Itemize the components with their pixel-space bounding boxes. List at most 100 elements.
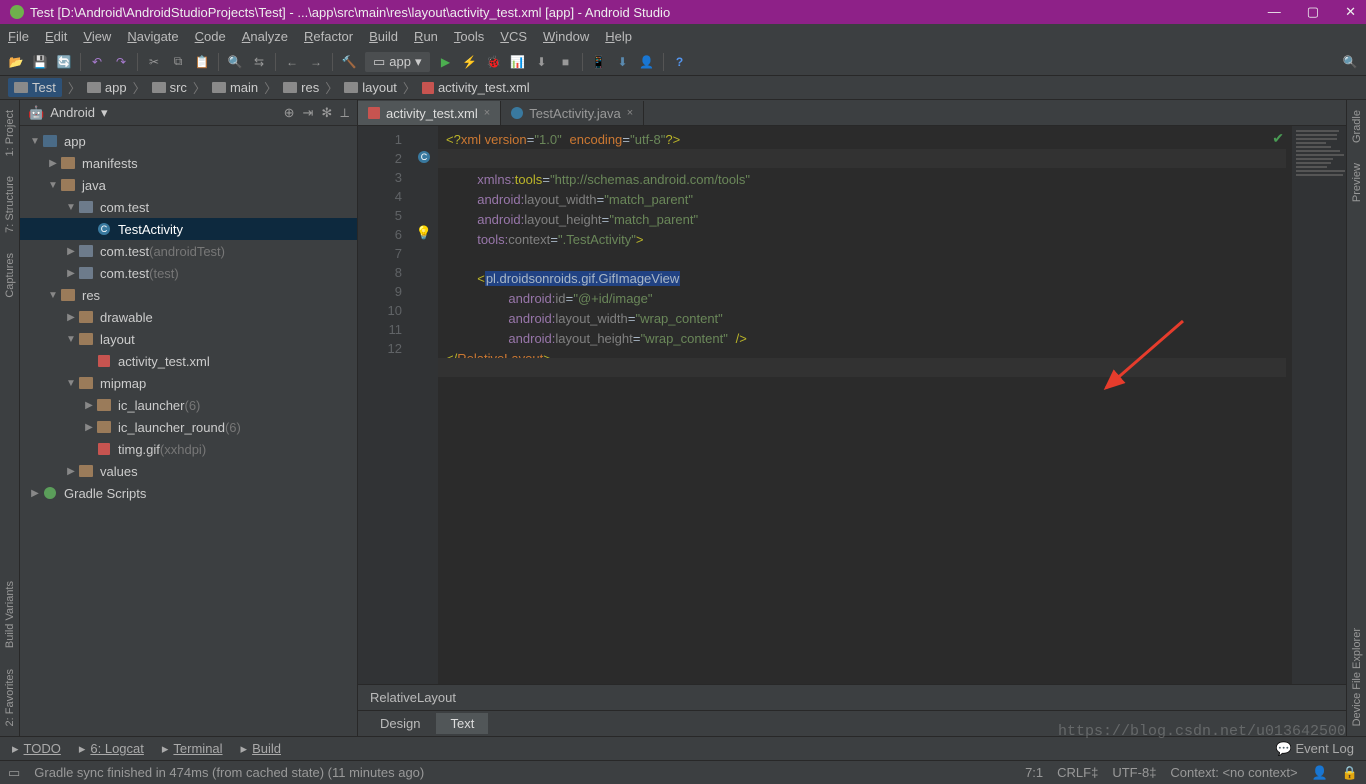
tree-node[interactable]: ▼layout — [20, 328, 357, 350]
attach-icon[interactable]: ⬇ — [534, 54, 550, 70]
menu-run[interactable]: Run — [414, 29, 438, 44]
menu-view[interactable]: View — [83, 29, 111, 44]
close-tab-icon[interactable]: × — [627, 107, 633, 119]
close-tab-icon[interactable]: × — [484, 107, 490, 119]
design-tab-text[interactable]: Text — [436, 713, 488, 734]
tree-node[interactable]: ▶com.test (test) — [20, 262, 357, 284]
chevron-down-icon[interactable]: ▾ — [101, 105, 108, 121]
file-encoding[interactable]: UTF-8‡ — [1112, 765, 1156, 780]
minimize-button[interactable]: — — [1268, 4, 1281, 20]
tool-window-devicefileexplorer[interactable]: Device File Explorer — [1351, 628, 1363, 726]
tool-window-gradle[interactable]: Gradle — [1351, 110, 1363, 143]
menu-window[interactable]: Window — [543, 29, 589, 44]
tool-window-project[interactable]: 1: Project — [4, 110, 16, 156]
tool-window-structure[interactable]: 7: Structure — [4, 176, 16, 233]
inspection-icon[interactable]: 👤 — [1312, 765, 1328, 781]
forward-icon[interactable]: → — [308, 54, 324, 70]
gradle-icon[interactable]: 👤 — [639, 54, 655, 70]
hide-icon[interactable]: ⟂ — [340, 105, 349, 121]
project-tree[interactable]: ▼app▶manifests▼java▼com.testCTestActivit… — [20, 126, 357, 508]
context-selector[interactable]: Context: <no context> — [1170, 765, 1297, 780]
tree-node[interactable]: ▶ic_launcher (6) — [20, 394, 357, 416]
tree-node[interactable]: activity_test.xml — [20, 350, 357, 372]
tool-window-captures[interactable]: Captures — [4, 253, 16, 298]
menu-build[interactable]: Build — [369, 29, 398, 44]
gear-icon[interactable]: ✻ — [321, 105, 332, 121]
find-icon[interactable]: 🔍 — [227, 54, 243, 70]
tool-window-button[interactable]: ▸ Build — [241, 741, 281, 757]
tree-node[interactable]: ▶manifests — [20, 152, 357, 174]
paste-icon[interactable]: 📋 — [194, 54, 210, 70]
editor-tab[interactable]: activity_test.xml× — [358, 101, 501, 125]
menu-file[interactable]: File — [8, 29, 29, 44]
redo-icon[interactable]: ↷ — [113, 54, 129, 70]
close-button[interactable]: ✕ — [1345, 4, 1356, 20]
tree-node[interactable]: ▼app — [20, 130, 357, 152]
open-icon[interactable]: 📂 — [8, 54, 24, 70]
stop-icon[interactable]: ■ — [558, 54, 574, 70]
tool-window-button[interactable]: ▸ 6: Logcat — [79, 741, 144, 757]
structure-breadcrumb[interactable]: RelativeLayout — [358, 684, 1346, 710]
make-icon[interactable]: 🔨 — [341, 54, 357, 70]
lock-icon[interactable]: 🔒 — [1342, 765, 1358, 781]
code-minimap[interactable] — [1292, 126, 1346, 684]
inspections-ok-icon[interactable]: ✔ — [1272, 130, 1284, 147]
debug-icon[interactable]: 🐞 — [486, 54, 502, 70]
breadcrumb-item[interactable]: activity_test.xml — [422, 80, 530, 95]
editor-tab[interactable]: TestActivity.java× — [501, 101, 644, 125]
tree-node[interactable]: ▼com.test — [20, 196, 357, 218]
save-icon[interactable]: 💾 — [32, 54, 48, 70]
help-icon[interactable]: ? — [672, 54, 688, 70]
tree-node[interactable]: ▼mipmap — [20, 372, 357, 394]
search-everywhere-icon[interactable]: 🔍 — [1342, 54, 1358, 70]
copy-icon[interactable]: ⧉ — [170, 54, 186, 70]
tree-node[interactable]: ▼res — [20, 284, 357, 306]
menu-code[interactable]: Code — [195, 29, 226, 44]
tree-node[interactable]: CTestActivity — [20, 218, 357, 240]
sync-icon[interactable]: 🔄 — [56, 54, 72, 70]
menu-edit[interactable]: Edit — [45, 29, 67, 44]
tree-node[interactable]: timg.gif (xxhdpi) — [20, 438, 357, 460]
tree-node[interactable]: ▶drawable — [20, 306, 357, 328]
breadcrumb-item[interactable]: app — [87, 80, 127, 95]
breadcrumb-item[interactable]: res — [283, 80, 319, 95]
menu-tools[interactable]: Tools — [454, 29, 484, 44]
tool-window-preview[interactable]: Preview — [1351, 163, 1363, 202]
tree-node[interactable]: ▶com.test (androidTest) — [20, 240, 357, 262]
target-icon[interactable]: ⊕ — [284, 105, 295, 121]
line-separator[interactable]: CRLF‡ — [1057, 765, 1098, 780]
module-selector[interactable]: ▭ app ▾ — [365, 52, 430, 72]
replace-icon[interactable]: ⇆ — [251, 54, 267, 70]
back-icon[interactable]: ← — [284, 54, 300, 70]
tool-window-button[interactable]: ▸ Terminal — [162, 741, 223, 757]
tree-node[interactable]: ▼java — [20, 174, 357, 196]
breadcrumb-item[interactable]: src — [152, 80, 187, 95]
breadcrumb-item[interactable]: layout — [344, 80, 397, 95]
breadcrumb-item[interactable]: main — [212, 80, 258, 95]
collapse-icon[interactable]: ⇥ — [303, 105, 314, 121]
menu-help[interactable]: Help — [605, 29, 632, 44]
design-tab-design[interactable]: Design — [366, 713, 434, 734]
code-editor[interactable]: <?xml version="1.0" encoding="utf-8"?> <… — [438, 126, 1292, 684]
cut-icon[interactable]: ✂ — [146, 54, 162, 70]
tree-node[interactable]: ▶values — [20, 460, 357, 482]
tree-node[interactable]: ▶Gradle Scripts — [20, 482, 357, 504]
avd-icon[interactable]: 📱 — [591, 54, 607, 70]
menu-navigate[interactable]: Navigate — [127, 29, 178, 44]
profile-icon[interactable]: 📊 — [510, 54, 526, 70]
sdk-icon[interactable]: ⬇ — [615, 54, 631, 70]
menu-vcs[interactable]: VCS — [500, 29, 527, 44]
editor-body[interactable]: ✔ 123456789101112 C💡 <?xml version="1.0"… — [358, 126, 1346, 684]
tool-window-favorites[interactable]: 2: Favorites — [4, 669, 16, 726]
cursor-position[interactable]: 7:1 — [1025, 765, 1043, 780]
menu-analyze[interactable]: Analyze — [242, 29, 288, 44]
tool-window-buildvariants[interactable]: Build Variants — [4, 581, 16, 648]
event-log-button[interactable]: 💬 Event Log — [1276, 741, 1354, 757]
tool-window-button[interactable]: ▸ TODO — [12, 741, 61, 757]
breadcrumb-item[interactable]: Test — [8, 78, 62, 97]
run-icon[interactable]: ▶ — [438, 54, 454, 70]
apply-changes-icon[interactable]: ⚡ — [462, 54, 478, 70]
project-mode[interactable]: Android — [50, 105, 95, 120]
maximize-button[interactable]: ▢ — [1307, 4, 1319, 20]
undo-icon[interactable]: ↶ — [89, 54, 105, 70]
